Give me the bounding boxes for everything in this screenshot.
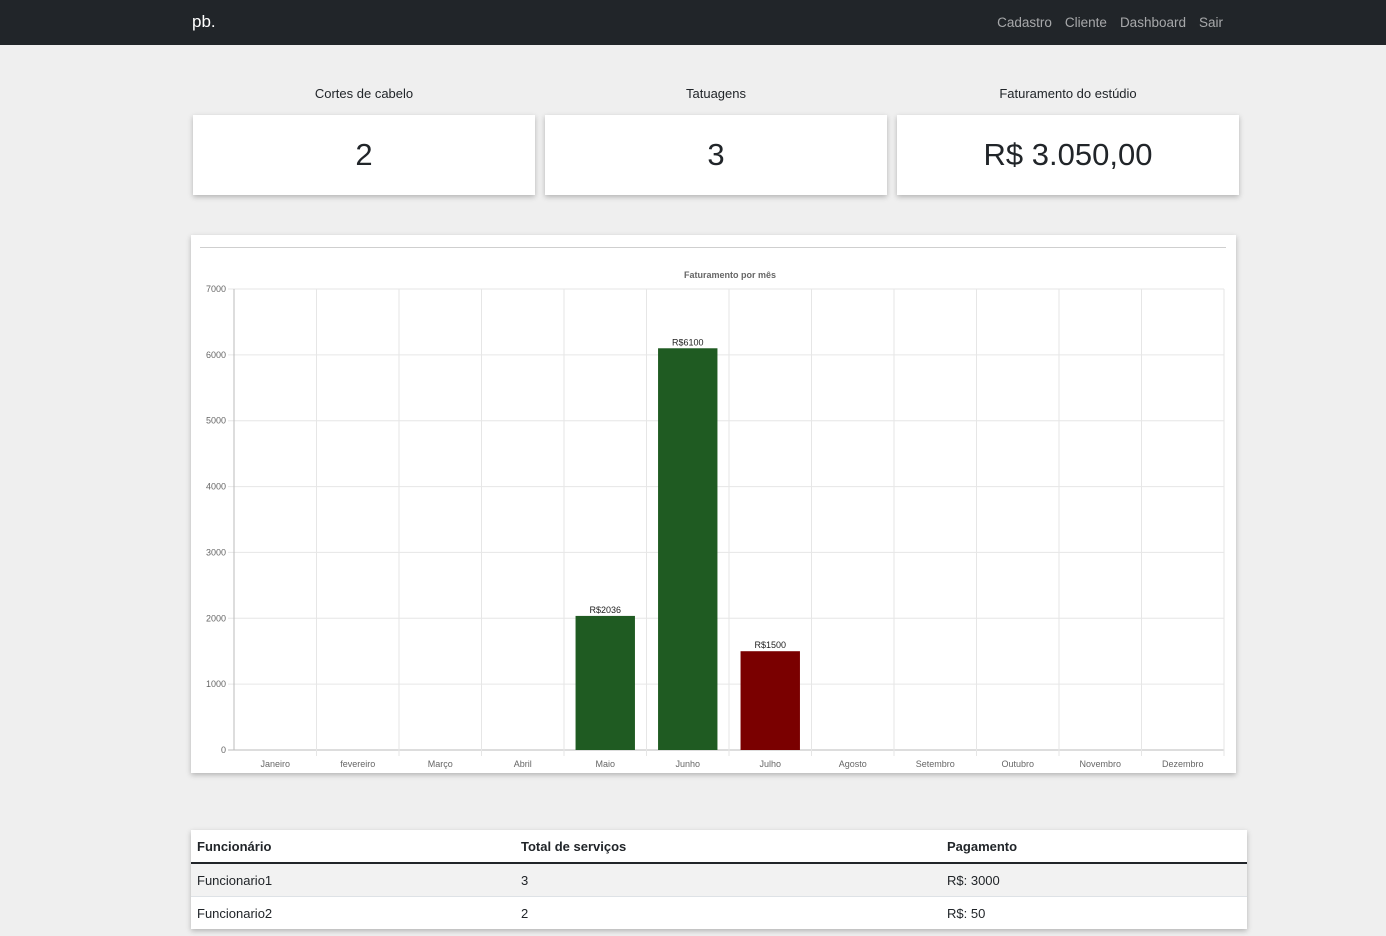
y-tick-label: 6000 xyxy=(206,350,226,360)
employee-table: Funcionário Total de serviços Pagamento … xyxy=(191,830,1247,929)
bar-julho xyxy=(740,651,800,750)
bar-maio xyxy=(575,615,635,750)
stat-label: Cortes de cabelo xyxy=(314,86,414,101)
x-tick-label: Julho xyxy=(759,759,781,769)
y-tick-label: 0 xyxy=(221,745,226,755)
employee-table-card: Funcionário Total de serviços Pagamento … xyxy=(191,830,1247,929)
x-tick-label: Dezembro xyxy=(1162,759,1204,769)
employee-name: Funcionario2 xyxy=(191,896,515,929)
nav-link-cliente[interactable]: Cliente xyxy=(1065,15,1107,30)
chart-title: Faturamento por mês xyxy=(684,270,776,280)
x-tick-label: Janeiro xyxy=(260,759,290,769)
service-count: 2 xyxy=(515,896,941,929)
stat-label: Tatuagens xyxy=(686,86,746,101)
x-tick-label: Outubro xyxy=(1001,759,1034,769)
stat-value: R$ 3.050,00 xyxy=(897,115,1239,195)
x-tick-label: Novembro xyxy=(1079,759,1121,769)
table-header-row: Funcionário Total de serviços Pagamento xyxy=(191,830,1247,864)
column-header-total-servicos: Total de serviços xyxy=(515,830,941,864)
stat-cortes: Cortes de cabelo 2 xyxy=(193,86,535,195)
x-tick-label: Maio xyxy=(595,759,615,769)
table-row: Funcionario1 3 R$: 3000 xyxy=(191,862,1247,897)
stat-value: 3 xyxy=(545,115,887,195)
column-header-pagamento: Pagamento xyxy=(941,830,1247,864)
service-count: 3 xyxy=(515,862,941,897)
y-tick-label: 7000 xyxy=(206,284,226,294)
nav-links: Cadastro Cliente Dashboard Sair xyxy=(997,15,1223,30)
chart-card: Faturamento por mês 0 1000 2000 3000 4000 5000… xyxy=(191,235,1236,773)
x-tick-label: Junho xyxy=(675,759,700,769)
stat-value: 2 xyxy=(193,115,535,195)
bar-data-label: R$1500 xyxy=(754,640,786,650)
stat-label: Faturamento do estúdio xyxy=(999,86,1137,101)
table-row: Funcionario2 2 R$: 50 xyxy=(191,896,1247,929)
y-tick-label: 2000 xyxy=(206,613,226,623)
x-tick-label: fevereiro xyxy=(340,759,375,769)
y-tick-label: 5000 xyxy=(206,416,226,426)
y-tick-label: 1000 xyxy=(206,679,226,689)
revenue-chart: Faturamento por mês 0 1000 2000 3000 4000 5000… xyxy=(206,270,1225,769)
nav-link-sair[interactable]: Sair xyxy=(1199,15,1223,30)
bar-data-label: R$2036 xyxy=(589,605,621,615)
x-tick-label: Março xyxy=(428,759,453,769)
x-tick-label: Abril xyxy=(514,759,532,769)
y-tick-label: 3000 xyxy=(206,547,226,557)
y-tick-label: 4000 xyxy=(206,482,226,492)
stat-faturamento: Faturamento do estúdio R$ 3.050,00 xyxy=(897,86,1239,195)
x-tick-label: Agosto xyxy=(839,759,867,769)
brand-logo[interactable]: pb. xyxy=(192,12,216,32)
nav-link-dashboard[interactable]: Dashboard xyxy=(1120,15,1186,30)
bar-data-label: R$6100 xyxy=(672,337,704,347)
payment: R$: 3000 xyxy=(941,862,1247,897)
nav-link-cadastro[interactable]: Cadastro xyxy=(997,15,1052,30)
x-tick-label: Setembro xyxy=(916,759,955,769)
column-header-funcionario: Funcionário xyxy=(191,830,515,864)
employee-name: Funcionario1 xyxy=(191,862,515,897)
payment: R$: 50 xyxy=(941,896,1247,929)
bar-junho xyxy=(658,348,718,750)
stat-tatuagens: Tatuagens 3 xyxy=(545,86,887,195)
navbar: pb. Cadastro Cliente Dashboard Sair xyxy=(0,0,1386,45)
